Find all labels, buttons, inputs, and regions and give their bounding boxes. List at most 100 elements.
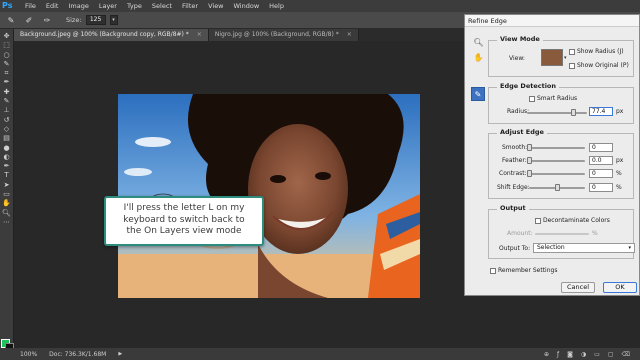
smart-radius-option[interactable]: Smart Radius xyxy=(529,95,577,102)
feather-input[interactable]: 0.0 xyxy=(589,156,613,165)
contrast-slider[interactable] xyxy=(527,170,585,177)
amount-slider xyxy=(535,233,589,235)
chevron-down-icon[interactable]: ▾ xyxy=(564,55,567,61)
smart-radius-checkbox[interactable] xyxy=(529,95,535,102)
show-radius-option[interactable]: Show Radius (J) xyxy=(569,48,624,55)
menu-help[interactable]: Help xyxy=(264,2,289,10)
cancel-button[interactable]: Cancel xyxy=(561,282,595,293)
tab-nigro-jpg[interactable]: Nigro.jpg @ 100% (Background, RGB/8) * × xyxy=(208,29,359,41)
shift-edge-slider[interactable] xyxy=(529,184,585,191)
radius-label: Radius: xyxy=(507,108,530,115)
view-thumbnail[interactable] xyxy=(541,49,563,66)
output-to-label: Output To: xyxy=(499,245,531,252)
show-original-option[interactable]: Show Original (P) xyxy=(569,62,629,69)
close-icon[interactable]: × xyxy=(197,29,202,41)
erase-brush-icon[interactable]: ✑ xyxy=(40,14,54,26)
menu-image[interactable]: Image xyxy=(63,2,93,10)
quick-selection-tool-icon[interactable]: ✎ xyxy=(1,60,13,69)
tab-background-jpeg[interactable]: Background.jpeg @ 100% (Background copy,… xyxy=(14,29,209,41)
show-original-label: Show Original (P) xyxy=(577,62,629,69)
output-to-value: Selection xyxy=(537,244,565,251)
menu-edit[interactable]: Edit xyxy=(41,2,64,10)
history-brush-tool-icon[interactable]: ↺ xyxy=(1,116,13,125)
output-group: Output Decontaminate Colors Amount: % Ou… xyxy=(488,204,635,259)
status-menu-arrow-icon[interactable]: ▶ xyxy=(118,351,122,357)
shift-edge-input[interactable]: 0 xyxy=(589,183,613,192)
hand-icon[interactable]: ✋ xyxy=(473,52,484,63)
refine-edge-dialog: Refine Edge 🔍︎ ✋ ✎ View Mode View: ▾ Sho… xyxy=(464,14,640,296)
type-tool-icon[interactable]: T xyxy=(1,171,13,180)
crop-tool-icon[interactable]: ⌗ xyxy=(1,69,13,78)
show-radius-checkbox[interactable] xyxy=(569,48,575,55)
menu-layer[interactable]: Layer xyxy=(94,2,122,10)
status-right-tools: ⊕ ƒ ◙ ◑ ▭ ▢ ⌫ xyxy=(544,351,640,358)
add-brush-icon[interactable]: ✐ xyxy=(22,14,36,26)
contrast-slider-knob[interactable] xyxy=(527,170,532,177)
edge-detection-title: Edge Detection xyxy=(497,82,560,90)
brush-tool-icon-sidebar[interactable]: ✎ xyxy=(1,97,13,106)
feather-slider[interactable] xyxy=(527,157,585,164)
gradient-tool-icon[interactable]: ▤ xyxy=(1,134,13,143)
remember-settings-checkbox[interactable] xyxy=(490,267,496,274)
path-selection-tool-icon[interactable]: ➤ xyxy=(1,181,13,190)
adjust-icon[interactable]: ◑ xyxy=(581,351,586,358)
lasso-tool-icon[interactable]: ○ xyxy=(1,51,13,60)
radius-slider[interactable] xyxy=(527,109,587,116)
status-bar: 100% Doc: 736.3K/1.68M ▶ ⊕ ƒ ◙ ◑ ▭ ▢ ⌫ xyxy=(0,348,640,360)
close-icon[interactable]: × xyxy=(347,29,352,41)
mask-icon[interactable]: ◙ xyxy=(567,351,573,358)
new-layer-icon[interactable]: ▢ xyxy=(608,351,614,358)
tutorial-callout: I'll press the letter L on my keyboard t… xyxy=(104,196,264,246)
zoom-icon[interactable]: 🔍︎ xyxy=(473,37,484,48)
menu-window[interactable]: Window xyxy=(229,2,265,10)
remember-settings-option[interactable]: Remember Settings xyxy=(490,267,557,274)
shape-tool-icon[interactable]: ▭ xyxy=(1,190,13,199)
eyedropper-tool-icon[interactable]: ✒ xyxy=(1,78,13,87)
remember-settings-label: Remember Settings xyxy=(498,267,558,274)
clone-stamp-tool-icon[interactable]: ⊥ xyxy=(1,106,13,115)
smooth-slider-knob[interactable] xyxy=(527,144,532,151)
eraser-tool-icon[interactable]: ◇ xyxy=(1,125,13,134)
decontaminate-checkbox[interactable] xyxy=(535,217,541,224)
ok-button[interactable]: OK xyxy=(603,282,637,293)
marquee-tool-icon[interactable]: ⬚ xyxy=(1,41,13,50)
dodge-tool-icon[interactable]: ◐ xyxy=(1,153,13,162)
decontaminate-option[interactable]: Decontaminate Colors xyxy=(535,217,610,224)
size-dropdown-button[interactable]: ▾ xyxy=(109,15,118,25)
contrast-input[interactable]: 0 xyxy=(589,169,613,178)
radius-input[interactable]: 77.4 xyxy=(589,107,613,116)
trash-icon[interactable]: ⌫ xyxy=(622,351,630,358)
output-title: Output xyxy=(497,204,529,212)
show-original-checkbox[interactable] xyxy=(569,62,575,69)
link-icon[interactable]: ⊕ xyxy=(544,351,549,358)
menu-file[interactable]: File xyxy=(20,2,41,10)
more-tools-icon[interactable]: ⋯ xyxy=(1,218,13,227)
smooth-input[interactable]: 0 xyxy=(589,143,613,152)
pen-tool-icon[interactable]: ✒ xyxy=(1,162,13,171)
feather-slider-knob[interactable] xyxy=(527,157,532,164)
menu-view[interactable]: View xyxy=(203,2,228,10)
menu-filter[interactable]: Filter xyxy=(177,2,203,10)
radius-slider-knob[interactable] xyxy=(570,109,576,116)
refine-radius-brush-icon[interactable]: ✎ xyxy=(471,87,485,101)
smooth-slider[interactable] xyxy=(527,144,585,151)
folder-icon[interactable]: ▭ xyxy=(594,351,600,358)
dialog-tools: 🔍︎ ✋ xyxy=(473,37,485,63)
healing-brush-tool-icon[interactable]: ✚ xyxy=(1,88,13,97)
menu-select[interactable]: Select xyxy=(147,2,177,10)
blur-tool-icon[interactable]: ● xyxy=(1,144,13,153)
shift-edge-label: Shift Edge: xyxy=(497,184,530,191)
shift-edge-slider-knob[interactable] xyxy=(555,184,560,191)
size-input[interactable]: 125 xyxy=(85,15,106,25)
fx-icon[interactable]: ƒ xyxy=(557,351,559,358)
view-label: View: xyxy=(509,55,525,62)
shift-edge-unit: % xyxy=(616,184,622,191)
zoom-tool-icon[interactable]: 🔍︎ xyxy=(1,209,13,218)
zoom-level[interactable]: 100% xyxy=(20,351,37,358)
hand-tool-icon[interactable]: ✋ xyxy=(1,199,13,208)
move-tool-icon[interactable]: ✥ xyxy=(1,32,13,41)
brush-tool-icon[interactable]: ✎ xyxy=(4,14,18,26)
output-to-select[interactable]: Selection ▾ xyxy=(533,243,635,253)
menu-type[interactable]: Type xyxy=(122,2,147,10)
smooth-label: Smooth: xyxy=(502,144,528,151)
